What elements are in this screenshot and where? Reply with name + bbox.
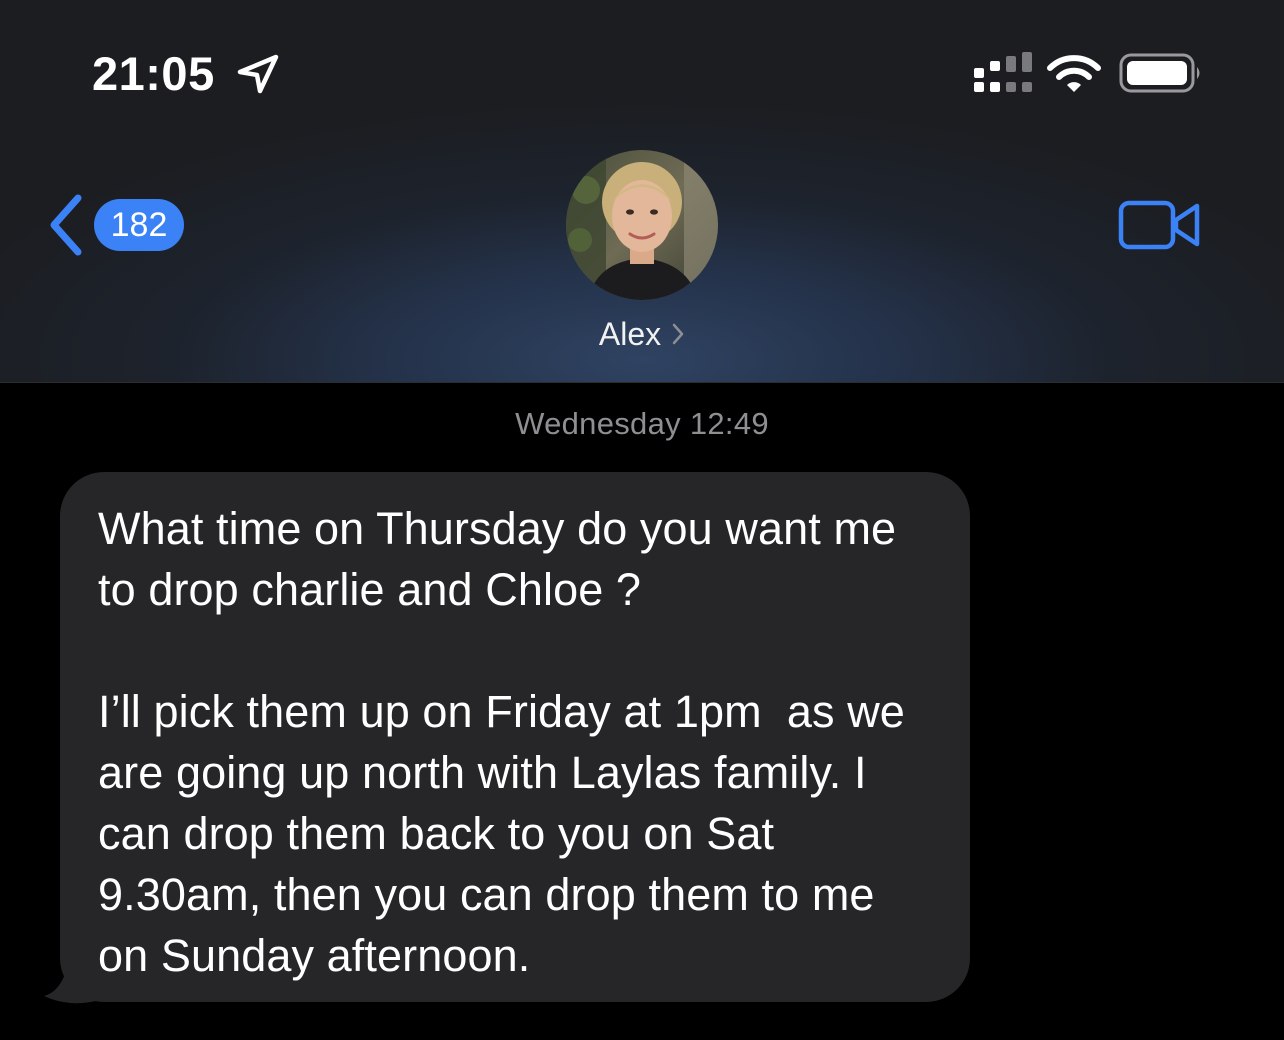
contact-name-button[interactable]: Alex: [0, 313, 1284, 355]
message-text-paragraph-2: I’ll pick them up on Friday at 1pm as we…: [98, 686, 918, 981]
message-text-paragraph-1: What time on Thursday do you want me to …: [98, 503, 909, 615]
conversation-header: 21:05 182 Alex: [0, 0, 1284, 383]
message-timestamp: Wednesday 12:49: [515, 406, 769, 441]
unread-count-badge: 182: [94, 199, 184, 251]
back-chevron-icon: [50, 194, 82, 256]
cellular-signal-icon: [974, 52, 1032, 92]
location-arrow-icon: [237, 54, 279, 94]
battery-icon: [1119, 53, 1200, 93]
incoming-message-bubble[interactable]: What time on Thursday do you want me to …: [60, 472, 970, 1002]
avatar-photo: [566, 150, 718, 300]
contact-name: Alex: [598, 316, 662, 352]
wifi-icon: [1047, 55, 1101, 92]
status-time: 21:05: [92, 47, 215, 100]
contact-avatar[interactable]: [566, 150, 718, 300]
messages-screen: 21:05 182 Alex Wednesday 12:49 What time…: [0, 0, 1284, 1040]
chevron-right-icon: [672, 323, 684, 345]
video-camera-icon[interactable]: [1118, 198, 1202, 252]
back-button[interactable]: 182: [46, 190, 184, 260]
